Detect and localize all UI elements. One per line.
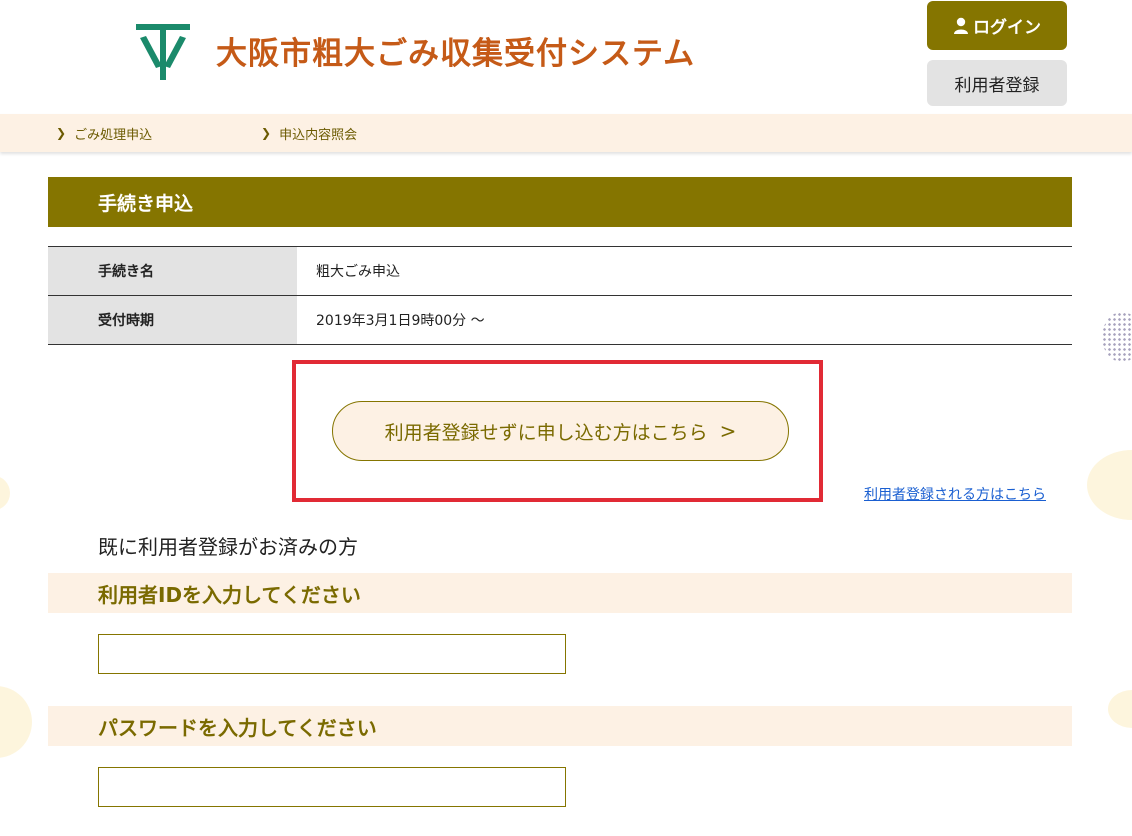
table-header-cell: 受付時期 xyxy=(48,296,297,344)
user-id-label: 利用者IDを入力してください xyxy=(98,582,361,607)
register-user-link[interactable]: 利用者登録される方はこちら xyxy=(864,484,1046,504)
user-registration-button[interactable]: 利用者登録 xyxy=(927,60,1067,106)
password-label: パスワードを入力してください xyxy=(98,715,377,740)
password-label-bar: パスワードを入力してください xyxy=(48,706,1072,746)
user-registration-label: 利用者登録 xyxy=(954,75,1040,96)
guest-button-label: 利用者登録せずに申し込む方はこちら xyxy=(384,421,708,444)
chevron-right-icon: > xyxy=(719,419,737,443)
login-button[interactable]: ログイン xyxy=(927,1,1067,50)
decorative-circle xyxy=(0,476,10,510)
global-nav: ❯ ごみ処理申込 ❯ 申込内容照会 xyxy=(0,114,1132,152)
login-label: ログイン xyxy=(973,18,1041,38)
decorative-dot-pattern xyxy=(1102,312,1132,362)
section-title: 手続き申込 xyxy=(98,192,194,215)
section-header: 手続き申込 xyxy=(48,177,1072,227)
already-registered-heading: 既に利用者登録がお済みの方 xyxy=(98,535,358,559)
nav-item-label: 申込内容照会 xyxy=(279,127,358,143)
table-header-cell: 手続き名 xyxy=(48,247,297,295)
procedure-info-table: 手続き名 粗大ごみ申込 受付時期 2019年3月1日9時00分 〜 xyxy=(48,246,1072,345)
apply-without-registration-button[interactable]: 利用者登録せずに申し込む方はこちら > xyxy=(332,401,789,461)
password-input[interactable] xyxy=(98,767,566,807)
site-header: 大阪市粗大ごみ収集受付システム ログイン 利用者登録 xyxy=(0,0,1132,114)
table-row: 手続き名 粗大ごみ申込 xyxy=(48,247,1072,296)
nav-item-garbage-request[interactable]: ❯ ごみ処理申込 xyxy=(56,114,152,152)
site-title: 大阪市粗大ごみ収集受付システム xyxy=(216,36,696,72)
user-id-input[interactable] xyxy=(98,634,566,674)
table-value-cell: 粗大ごみ申込 xyxy=(316,264,400,280)
user-id-label-bar: 利用者IDを入力してください xyxy=(48,573,1072,613)
nav-item-label: ごみ処理申込 xyxy=(74,127,153,143)
decorative-circle xyxy=(1108,690,1132,728)
table-row: 受付時期 2019年3月1日9時00分 〜 xyxy=(48,296,1072,345)
nav-item-request-inquiry[interactable]: ❯ 申込内容照会 xyxy=(261,114,357,152)
chevron-right-icon: ❯ xyxy=(56,126,67,140)
person-icon xyxy=(953,17,969,35)
decorative-circle xyxy=(1087,450,1132,520)
chevron-right-icon: ❯ xyxy=(261,126,272,140)
table-value-cell: 2019年3月1日9時00分 〜 xyxy=(316,313,485,329)
osaka-city-logo-icon xyxy=(134,20,192,82)
decorative-circle xyxy=(0,686,32,758)
